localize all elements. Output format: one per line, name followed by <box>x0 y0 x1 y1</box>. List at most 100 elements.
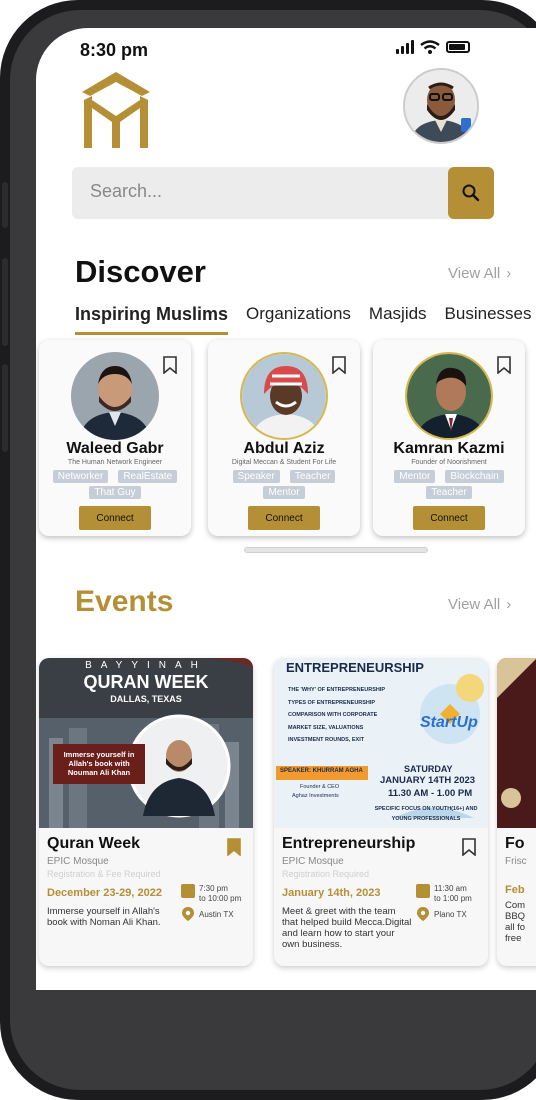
event-card[interactable]: ENTREPRENEURSHIP The 'Why' of entreprene… <box>274 658 488 966</box>
person-tagline: Founder of Noorishment <box>411 459 487 466</box>
event-time: 7:30 pm to 10:00 pm <box>199 884 241 904</box>
connect-button[interactable]: Connect <box>248 506 320 530</box>
tag-chip[interactable]: Networker <box>52 470 109 483</box>
chevron-right-icon: › <box>506 265 512 282</box>
tag-chip[interactable]: Speaker <box>232 470 280 483</box>
banner-focus: Specific focus on youth(16+) and young p… <box>374 806 478 822</box>
event-banner <box>497 658 536 828</box>
events-heading: Events <box>75 585 174 618</box>
app-screen: 8:30 pm Search... Discover View All › In… <box>36 28 536 990</box>
event-description: Com BBQ all fo free <box>505 900 526 944</box>
volume-up-button <box>2 258 8 346</box>
discover-scroll-indicator[interactable] <box>244 547 428 553</box>
person-tagline: The Human Network Engineer <box>67 459 163 466</box>
person-photo <box>240 352 328 440</box>
chevron-right-icon: › <box>506 596 512 613</box>
event-card[interactable]: BAYYINAH QURAN WEEK DALLAS, TEXAS Immers… <box>39 658 253 966</box>
event-time: 11:30 am to 1:00 pm <box>434 884 472 904</box>
banner-headline: QURAN WEEK <box>83 672 209 692</box>
person-photo <box>71 352 159 440</box>
event-banner: ENTREPRENEURSHIP The 'Why' of entreprene… <box>274 658 488 828</box>
event-name: Entrepreneurship <box>282 835 416 852</box>
tag-chip[interactable]: Mentor <box>263 486 305 499</box>
banner-speaker: Speaker: Khurram Agha <box>280 768 363 774</box>
location-pin-icon <box>182 907 194 921</box>
connect-button[interactable]: Connect <box>79 506 151 530</box>
banner-bullet: The 'Why' of entrepreneurship <box>288 687 386 693</box>
tag-chip[interactable]: That Guy <box>89 486 141 499</box>
tab-organizations[interactable]: Organizations <box>246 304 351 335</box>
tag-chip[interactable]: Blockchain <box>445 470 504 483</box>
event-venue: EPIC Mosque <box>47 856 109 867</box>
event-date: January 14th, 2023 <box>282 887 381 899</box>
banner-bullet: Investment rounds, exit <box>288 737 365 743</box>
event-location: Austin TX <box>199 910 234 919</box>
location-pin-icon <box>417 907 429 921</box>
event-description: Meet & greet with the team that helped b… <box>282 906 412 950</box>
event-venue: Frisc <box>505 856 527 867</box>
tag-chip[interactable]: RealEstate <box>118 470 178 483</box>
status-time: 8:30 pm <box>80 40 149 60</box>
event-date: December 23-29, 2022 <box>47 887 162 899</box>
person-card[interactable]: Waleed Gabr The Human Network Engineer N… <box>39 340 191 536</box>
discover-tabs: Inspiring Muslims Organizations Masjids … <box>75 304 531 335</box>
person-tags: Networker RealEstate That Guy <box>45 470 185 499</box>
person-name: Kamran Kazmi <box>393 440 505 457</box>
tag-chip[interactable]: Teacher <box>289 470 336 483</box>
person-tagline: Digital Meccan & Student For Life <box>231 459 337 466</box>
event-card[interactable]: Fo Frisc Feb Com BBQ all fo free <box>497 658 536 966</box>
person-photo <box>405 352 493 440</box>
tab-masjids[interactable]: Masjids <box>369 304 427 335</box>
mute-switch <box>2 182 8 228</box>
battery-icon <box>446 41 470 53</box>
event-description: Immerse yourself in Allah's book with No… <box>47 906 161 928</box>
person-name: Waleed Gabr <box>66 440 164 457</box>
search-bar[interactable]: Search... <box>72 167 494 219</box>
banner-speaker-role: Founder & CEO <box>300 784 340 790</box>
tab-inspiring-muslims[interactable]: Inspiring Muslims <box>75 304 229 335</box>
calendar-clock-icon <box>181 884 195 898</box>
person-name: Abdul Aziz <box>243 440 325 457</box>
connect-button[interactable]: Connect <box>413 506 485 530</box>
banner-time: 11.30 AM - 1.00 PM <box>388 788 473 799</box>
bookmark-icon[interactable] <box>332 356 346 374</box>
event-banner: BAYYINAH QURAN WEEK DALLAS, TEXAS Immers… <box>39 658 253 828</box>
event-fee-note: Registration & Fee Required <box>47 869 161 879</box>
volume-down-button <box>2 364 8 452</box>
discover-heading: Discover <box>75 254 206 289</box>
person-card[interactable]: Abdul Aziz Digital Meccan & Student For … <box>208 340 360 536</box>
search-icon <box>462 184 480 202</box>
person-card[interactable]: Kamran Kazmi Founder of Noorishment Ment… <box>373 340 525 536</box>
banner-date: JANUARY 14TH 2023 <box>380 775 476 786</box>
bookmark-icon[interactable] <box>462 838 476 856</box>
search-input[interactable]: Search... <box>90 181 162 202</box>
tab-businesses[interactable]: Businesses <box>445 304 532 335</box>
app-logo-icon <box>82 72 150 148</box>
event-venue: EPIC Mosque <box>282 856 344 867</box>
calendar-clock-icon <box>416 884 430 898</box>
bookmark-icon[interactable] <box>163 356 177 374</box>
bookmark-filled-icon[interactable] <box>227 838 241 856</box>
signal-icon <box>396 40 414 54</box>
event-time-from: 11:30 am <box>434 884 467 893</box>
event-date: Feb <box>505 884 525 896</box>
user-avatar[interactable] <box>403 68 479 144</box>
person-tags: Mentor Blockchain Teacher <box>379 470 519 499</box>
tag-chip[interactable]: Mentor <box>394 470 436 483</box>
banner-bullets: The 'Why' of entrepreneurship Types of e… <box>288 684 385 747</box>
banner-bullet: Types of entrepreneurship <box>288 699 376 706</box>
events-view-all-link[interactable]: View All › <box>448 596 511 613</box>
banner-bullet: Comparison with corporate <box>288 712 378 718</box>
event-name: Quran Week <box>47 835 141 852</box>
search-button[interactable] <box>448 167 494 219</box>
tag-chip[interactable]: Teacher <box>426 486 472 499</box>
person-tags: Speaker Teacher Mentor <box>214 470 354 499</box>
banner-tagline: Immerse yourself in Allah's book with No… <box>63 750 135 777</box>
banner-brand: BAYYINAH <box>85 660 207 671</box>
bookmark-icon[interactable] <box>497 356 511 374</box>
discover-view-all-link[interactable]: View All › <box>448 265 511 282</box>
wifi-icon <box>420 40 440 54</box>
banner-day: SATURDAY <box>404 764 453 774</box>
event-time-to: to 10:00 pm <box>199 894 242 903</box>
banner-speaker-org: Aghaz Investments <box>292 793 339 799</box>
